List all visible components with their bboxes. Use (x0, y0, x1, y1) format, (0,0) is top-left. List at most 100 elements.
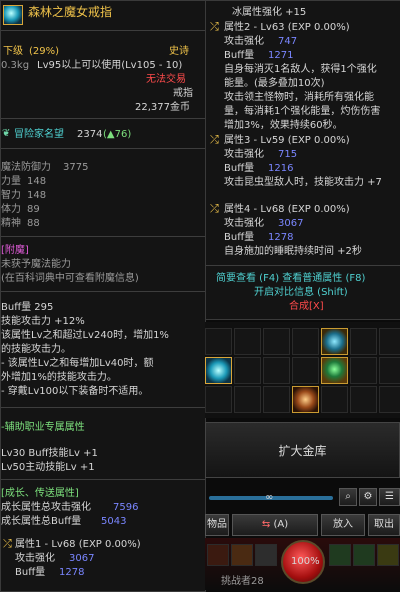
inventory-slot[interactable] (234, 386, 261, 413)
attr3-atk-value: 715 (278, 149, 298, 160)
buff-line: - 该属性Lv之和每增加Lv40时，额 (1, 358, 154, 369)
attr2-desc: 自身每消灭1名敌人，获得1个强化 (224, 64, 377, 75)
attr1-atk-label: 攻击强化 (15, 553, 55, 564)
inventory-slot[interactable] (263, 328, 290, 355)
items-tab[interactable]: 物品 (205, 514, 229, 536)
buff-line: 的技能攻击力。 (1, 344, 71, 355)
hp-orb: 100% (281, 540, 325, 584)
item-type: 戒指 (173, 88, 193, 99)
attr2-title: 属性2 - Lv63 (EXP 0.00%) (224, 22, 350, 33)
enchant-hint: (在百科词典中可查看附魔信息) (1, 273, 139, 284)
attr3-buff-value: 1216 (268, 163, 294, 174)
inventory-slot[interactable] (205, 328, 232, 355)
support-title: -辅助职业专属属性 (1, 422, 85, 433)
skill-slot[interactable] (353, 544, 375, 566)
skill-slot[interactable] (377, 544, 399, 566)
inventory-grid (205, 322, 400, 418)
deposit-button[interactable]: 放入 (321, 514, 365, 536)
shuffle-icon: ⤮ (3, 537, 12, 550)
skill-slot[interactable] (207, 544, 229, 566)
attr1-buff-label: Buff量 (15, 567, 46, 578)
sort-button[interactable]: ⇆ (A) (232, 514, 318, 536)
attr2-desc: 量，每消耗1个强化能量，灼伤伤害 (224, 106, 381, 117)
sort-icon: ⇆ (261, 519, 271, 530)
inventory-slot[interactable] (321, 328, 348, 355)
attr2-desc: 能量。(最多叠加10次) (224, 78, 325, 89)
gear-icon: ⚙ (363, 491, 373, 502)
expand-vault-button[interactable]: 扩大金库 (205, 422, 400, 478)
inventory-slot[interactable] (292, 328, 319, 355)
shuffle-icon: ⤮ (210, 20, 219, 33)
skill-slot[interactable] (231, 544, 253, 566)
attr2-buff-label: Buff量 (224, 50, 255, 61)
fame-label: 冒险家名望 (14, 129, 64, 140)
search-icon: ⌕ (345, 491, 351, 502)
stat-name: 精神 (1, 218, 21, 229)
item-level-requirement: Lv95以上可以使用(Lv105 - 10) (37, 60, 183, 71)
inventory-slot[interactable] (350, 357, 377, 384)
item-grade-label: 下级 (3, 46, 23, 57)
stat-value: 148 (27, 176, 47, 187)
compare-hint: 简要查看 (F4) 查看普通属性 (F8) (216, 273, 366, 284)
inventory-slot[interactable] (379, 357, 400, 384)
inventory-slot[interactable] (234, 328, 261, 355)
stat-name: 智力 (1, 190, 21, 201)
search-button[interactable]: ⌕ (339, 488, 357, 506)
attr2-desc: 增加3%，效果持续60秒。 (224, 120, 343, 131)
fame-value: 2374 (77, 129, 103, 140)
sort-shortcut: (A) (273, 519, 289, 530)
deposit-label: 放入 (333, 519, 353, 530)
inventory-slot[interactable] (263, 386, 290, 413)
inventory-slot[interactable] (292, 357, 319, 384)
buff-line: 该属性Lv之和超过Lv240时，增加1% (1, 330, 169, 341)
stat-name: 力量 (1, 176, 21, 187)
attr4-desc: 自身施加的睡眠持续时间 +2秒 (224, 246, 362, 257)
stat-value: 89 (27, 204, 40, 215)
inventory-slot[interactable] (263, 357, 290, 384)
inventory-slot[interactable] (292, 386, 319, 413)
withdraw-button[interactable]: 取出 (368, 514, 400, 536)
inventory-slot[interactable] (205, 386, 232, 413)
inventory-slot-selected[interactable] (205, 357, 232, 384)
attr2-buff-value: 1271 (268, 50, 294, 61)
vault-slider[interactable]: ∞ (209, 492, 333, 504)
attr2-atk-value: 747 (278, 36, 298, 47)
synth-button[interactable]: 合成[X] (289, 300, 324, 313)
shuffle-icon: ⤮ (210, 202, 219, 215)
fame-delta: (▲76) (103, 129, 132, 140)
attr1-atk-value: 3067 (69, 553, 95, 564)
skill-slot[interactable] (255, 544, 277, 566)
attr2-desc: 攻击领主怪物时，消耗所有强化能 (224, 92, 374, 103)
inventory-slot[interactable] (350, 386, 377, 413)
inventory-slot[interactable] (350, 328, 377, 355)
inventory-slot[interactable] (321, 386, 348, 413)
attr4-buff-value: 1278 (268, 232, 294, 243)
attr3-buff-label: Buff量 (224, 163, 255, 174)
inventory-slot[interactable] (379, 386, 400, 413)
item-name: 森林之魔女戒指 (28, 5, 113, 19)
items-tab-label: 物品 (207, 519, 227, 530)
enchant-title: [附魔] (1, 245, 29, 256)
settings-button[interactable]: ⚙ (359, 488, 377, 506)
hp-percent: 100% (291, 556, 320, 567)
inventory-slot[interactable] (321, 357, 348, 384)
item-grade-pct: (29%) (29, 46, 60, 57)
attr3-desc: 攻击昆虫型敌人时，技能攻击力 +7 (224, 177, 382, 188)
attr4-title: 属性4 - Lv68 (EXP 0.00%) (224, 204, 350, 215)
buff-line: - 穿戴Lv100以下装备时不适用。 (1, 386, 149, 397)
attr4-buff-label: Buff量 (224, 232, 255, 243)
skill-slot[interactable] (329, 544, 351, 566)
inventory-slot[interactable] (379, 328, 400, 355)
ice-enhance-line: 冰属性强化 +15 (232, 7, 307, 18)
growth-title: [成长、传送属性] (1, 488, 79, 499)
attr1-title: 属性1 - Lv68 (EXP 0.00%) (15, 539, 141, 550)
hud-bar: 100% 挑战者28 (205, 538, 400, 590)
withdraw-label: 取出 (374, 519, 394, 530)
item-trade-status: 无法交易 (146, 74, 186, 85)
status-text: 挑战者28 (221, 576, 264, 587)
stat-value: 148 (27, 190, 47, 201)
menu-button[interactable]: ☰ (379, 488, 400, 506)
buff-line: 外增加1%的技能攻击力。 (1, 372, 117, 383)
inventory-slot[interactable] (234, 357, 261, 384)
attr3-atk-label: 攻击强化 (224, 149, 264, 160)
